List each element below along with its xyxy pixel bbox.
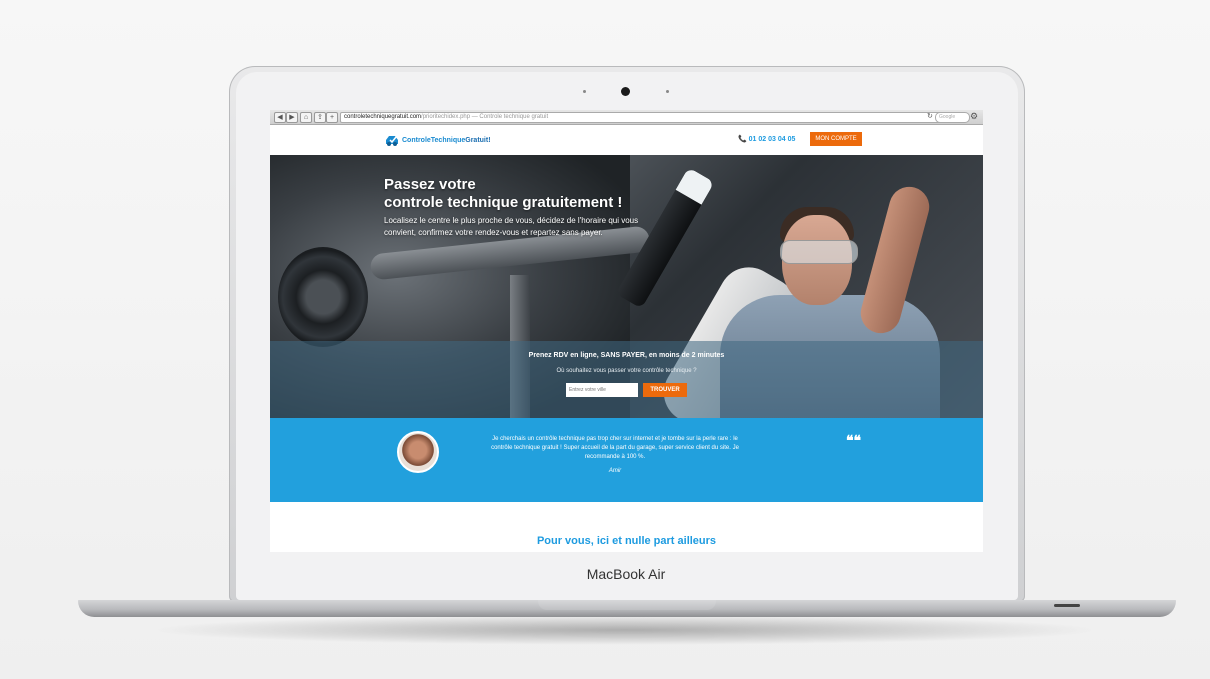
hero-title-line1: Passez votre: [384, 176, 476, 193]
laptop-screen: ◀ ▶ ⌂ ⇪ + controletechniquegratuit.com/p…: [270, 110, 983, 552]
share-button[interactable]: ⇪: [314, 112, 326, 123]
car-check-icon: [384, 133, 400, 147]
quote-icon: ❝❝: [846, 432, 862, 448]
mechanic-goggles: [780, 240, 858, 264]
hero-title: Passez votre controle technique gratuite…: [384, 176, 622, 212]
sensor-right-icon: [666, 90, 669, 93]
forward-button[interactable]: ▶: [286, 112, 298, 123]
hero-photo-wheel: [278, 247, 368, 347]
url-domain: controletechniquegratuit.com: [344, 114, 422, 120]
testimonial-section: Je cherchais un contrôle technique pas t…: [270, 418, 983, 502]
browser-search-input[interactable]: Google: [935, 112, 970, 123]
booking-question: Où souhaitez vous passer votre contrôle …: [556, 368, 697, 374]
sensor-left-icon: [583, 90, 586, 93]
home-button[interactable]: ⌂: [300, 112, 312, 123]
hero-title-line2: controle technique gratuitement !: [384, 194, 623, 211]
hero-section: Passez votre controle technique gratuite…: [270, 155, 983, 418]
back-button[interactable]: ◀: [274, 112, 286, 123]
testimonial-text: Je cherchais un contrôle technique pas t…: [491, 436, 739, 460]
address-bar[interactable]: controletechniquegratuit.com/prioritechi…: [340, 112, 945, 123]
url-path: /prioritechidex.php — Controle technique…: [421, 114, 549, 120]
reload-icon[interactable]: ↻: [927, 112, 933, 120]
avatar: [397, 431, 439, 473]
city-search-input[interactable]: [566, 383, 638, 397]
camera-icon: [621, 87, 630, 96]
phone-number[interactable]: 📞 01 02 03 04 05: [738, 135, 795, 143]
site-logo[interactable]: ControleTechniqueGratuit!: [384, 133, 491, 147]
browser-toolbar: ◀ ▶ ⌂ ⇪ + controletechniquegratuit.com/p…: [270, 110, 983, 125]
laptop-shadow: [150, 615, 1100, 645]
logo-text: ControleTechniqueGratuit!: [402, 136, 491, 144]
my-account-button[interactable]: MON COMPTE: [810, 132, 862, 146]
site-header: ControleTechniqueGratuit! 📞 01 02 03 04 …: [270, 125, 983, 155]
device-brand-label: MacBook Air: [586, 566, 666, 582]
booking-title: Prenez RDV en ligne, SANS PAYER, en moin…: [528, 352, 725, 359]
testimonial-author: Amir: [608, 468, 622, 474]
hero-subtitle: Localisez le centre le plus proche de vo…: [384, 216, 639, 237]
laptop-hinge-notch: [538, 600, 716, 610]
section-title: Pour vous, ici et nulle part ailleurs: [536, 535, 717, 547]
add-bookmark-button[interactable]: +: [326, 112, 338, 123]
find-button[interactable]: TROUVER: [643, 383, 687, 397]
gear-icon[interactable]: ⚙: [970, 111, 978, 122]
laptop-port: [1054, 604, 1080, 607]
